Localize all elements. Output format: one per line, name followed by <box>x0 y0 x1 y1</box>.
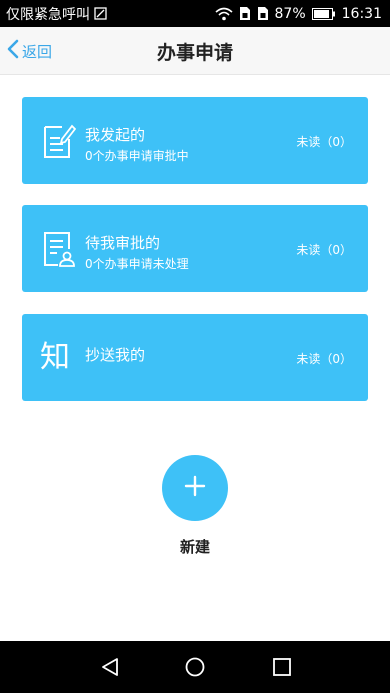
sim-icon <box>94 7 107 20</box>
recents-square-icon[interactable] <box>270 655 294 679</box>
add-button-label: 新建 <box>179 538 210 556</box>
unread-count: 未读（0） <box>296 243 352 257</box>
approval-document-icon <box>42 229 76 269</box>
status-bar: 仅限紧急呼叫 87% 16:31 <box>0 0 390 27</box>
header: 返回 办事申请 <box>0 27 390 75</box>
back-triangle-icon[interactable] <box>98 655 122 679</box>
card-my-initiated[interactable]: 我发起的 0个办事申请审批中 未读（0） <box>22 97 368 184</box>
edit-document-icon <box>42 121 77 161</box>
card-title: 抄送我的 <box>85 346 146 364</box>
unread-count: 未读（0） <box>296 135 352 149</box>
sim-card-icon <box>239 6 251 21</box>
unread-count: 未读（0） <box>296 352 352 366</box>
card-title: 待我审批的 <box>85 234 161 252</box>
page-title: 办事申请 <box>156 41 233 64</box>
card-subtitle: 0个办事申请审批中 <box>85 149 189 163</box>
status-time: 16:31 <box>341 5 382 22</box>
wifi-icon <box>214 7 233 21</box>
card-title: 我发起的 <box>85 126 146 144</box>
card-pending-approval[interactable]: 待我审批的 0个办事申请未处理 未读（0） <box>22 205 368 292</box>
card-cc-to-me[interactable]: 知 抄送我的 未读（0） <box>22 314 368 401</box>
know-character-icon: 知 <box>40 340 70 375</box>
plus-icon <box>184 475 206 501</box>
carrier-text: 仅限紧急呼叫 <box>6 6 90 23</box>
battery-icon <box>311 7 336 20</box>
card-subtitle: 0个办事申请未处理 <box>85 257 189 271</box>
sim-card-icon <box>257 6 269 21</box>
battery-percent: 87% <box>274 5 306 22</box>
add-button[interactable] <box>162 455 228 521</box>
navigation-bar <box>0 641 390 693</box>
home-circle-icon[interactable] <box>183 655 207 679</box>
